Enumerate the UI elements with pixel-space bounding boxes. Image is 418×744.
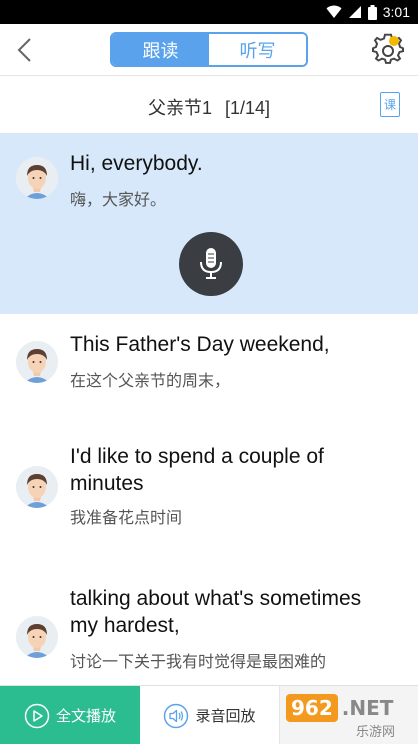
battery-icon [367, 4, 377, 20]
book-icon: 课 [383, 98, 396, 112]
settings-button[interactable] [370, 32, 406, 68]
avatar [16, 616, 58, 658]
lesson-title: 父亲节1 [1/14] [0, 94, 418, 120]
sentence-english: This Father's Day weekend, [70, 333, 330, 356]
lesson-header: 父亲节1 [1/14] 课 [0, 77, 418, 133]
sentence-english: I'd like to spend a couple of minutes [70, 445, 324, 495]
watermark-brand: 962 [286, 694, 338, 722]
sentence-list: Hi, everybody. 嗨，大家好。 This Father's Day … [0, 133, 418, 685]
back-button[interactable] [10, 34, 42, 66]
user-avatar-icon [16, 616, 58, 658]
lesson-name: 父亲节1 [147, 98, 212, 118]
wifi-icon [326, 5, 342, 18]
watermark-net: .NET [341, 696, 394, 720]
play-all-button[interactable]: 全文播放 [0, 686, 140, 744]
mode-tabs: 跟读 听写 [110, 32, 308, 67]
sentence-chinese: 在这个父亲节的周末， [70, 373, 231, 390]
sentence-item[interactable]: Hi, everybody. 嗨，大家好。 [0, 133, 418, 314]
user-avatar-icon [16, 157, 58, 199]
record-playback-button[interactable]: 录音回放 [140, 686, 280, 744]
watermark-logo: 962 .NET [286, 694, 393, 722]
avatar [16, 341, 58, 383]
user-avatar-icon [16, 466, 58, 508]
tab-follow-read[interactable]: 跟读 [112, 34, 209, 65]
gear-icon [372, 33, 404, 64]
notification-dot [389, 36, 399, 46]
sentence-english: talking about what's sometimes my hardes… [70, 587, 362, 637]
microphone-icon [200, 248, 222, 279]
record-playback-label: 录音回放 [195, 708, 256, 725]
bottom-toolbar: 全文播放 录音回放 962 .NET 乐游网 [0, 685, 418, 744]
watermark-sub: 乐游网 [356, 724, 396, 739]
watermark-area: 962 .NET 乐游网 [280, 686, 418, 744]
avatar [16, 157, 58, 199]
lesson-progress: [1/14] [224, 98, 271, 118]
sentence-chinese: 讨论一下关于我有时觉得是最困难的 [70, 654, 327, 671]
play-all-label: 全文播放 [55, 708, 116, 725]
signal-icon [348, 6, 361, 18]
status-time: 3:01 [382, 4, 410, 20]
status-icons: 3:01 [326, 3, 410, 21]
sentence-item[interactable]: This Father's Day weekend, 在这个父亲节的周末， [0, 314, 418, 429]
sentence-english: Hi, everybody. [70, 152, 203, 175]
record-button[interactable] [179, 232, 243, 296]
tab-dictation[interactable]: 听写 [209, 34, 306, 65]
sentence-item[interactable]: talking about what's sometimes my hardes… [0, 569, 418, 685]
sentence-item[interactable]: I'd like to spend a couple of minutes 我准… [0, 429, 418, 569]
status-bar: 3:01 [0, 0, 418, 24]
play-circle-icon [24, 703, 50, 728]
top-nav: 跟读 听写 [0, 24, 418, 76]
sentence-chinese: 嗨，大家好。 [70, 192, 167, 209]
speaker-circle-icon [164, 703, 189, 728]
sentence-chinese: 我准备花点时间 [70, 510, 183, 527]
textbook-button[interactable]: 课 [380, 92, 400, 117]
avatar [16, 466, 58, 508]
chevron-left-icon [17, 38, 31, 62]
user-avatar-icon [16, 341, 58, 383]
